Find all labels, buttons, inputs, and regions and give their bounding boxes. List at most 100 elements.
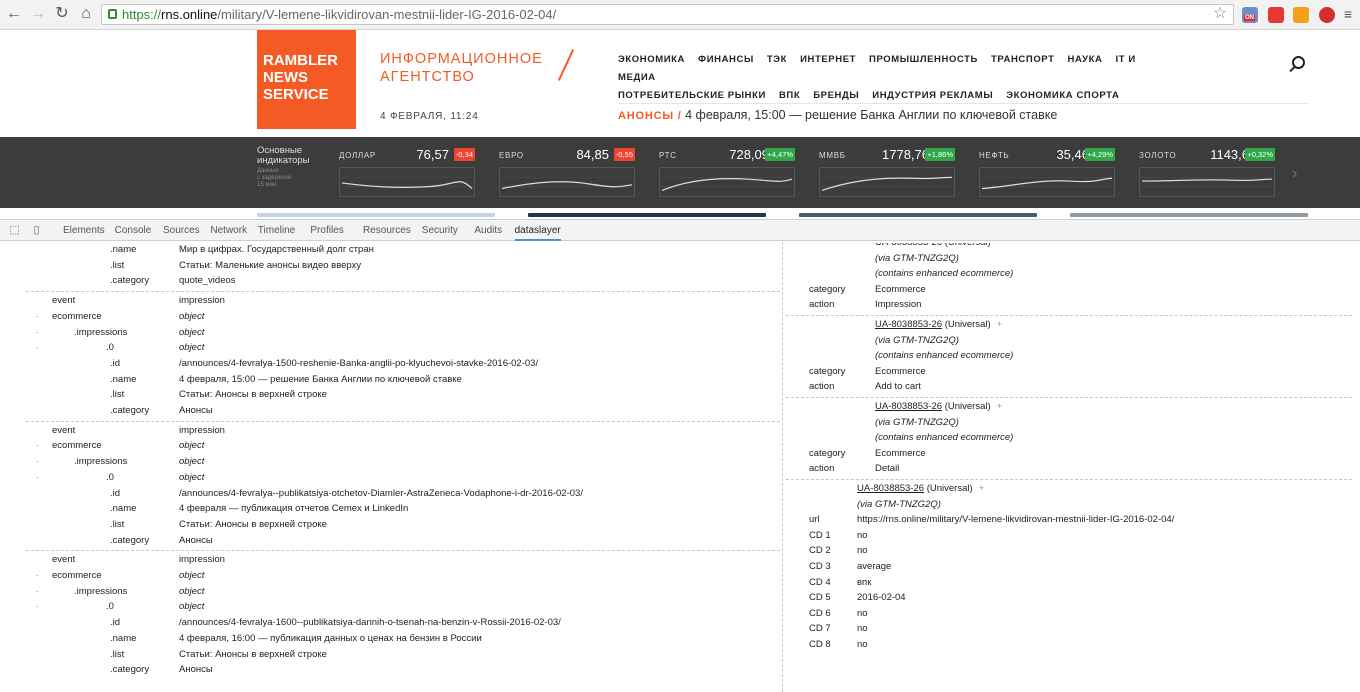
tag-account-link[interactable]: UA-8038853-26 bbox=[875, 401, 942, 412]
tag-value[interactable]: UA-8038853-26 (Universal) + bbox=[875, 399, 1002, 414]
tag-value: https://rns.online/military/V-lemene-lik… bbox=[857, 512, 1174, 527]
devtools-tab-security[interactable]: Security bbox=[422, 225, 458, 236]
indicator-2[interactable]: РТС 728,09 +4,47% bbox=[659, 145, 795, 201]
tag-text: (via GTM-TNZG2Q) bbox=[875, 334, 959, 346]
menu-item[interactable]: ПРОМЫШЛЕННОСТЬ bbox=[869, 54, 978, 65]
devtools-tab-elements[interactable]: Elements bbox=[63, 225, 105, 236]
tag-key: CD 1 bbox=[809, 529, 831, 541]
tag-key: CD 3 bbox=[809, 561, 831, 572]
menu-item[interactable]: ТРАНСПОРТ bbox=[991, 54, 1055, 65]
menu-icon[interactable]: ≡ bbox=[1338, 4, 1358, 24]
devtools-tab-audits[interactable]: Audits bbox=[474, 225, 502, 236]
indicator-4[interactable]: НЕФТЬ 35,46 +4,29% bbox=[979, 145, 1115, 201]
tag-value: no bbox=[857, 637, 868, 652]
menu-item[interactable]: ИНТЕРНЕТ bbox=[800, 54, 856, 65]
current-date: 4 ФЕВРАЛЯ, 11:24 bbox=[380, 111, 479, 122]
inspect-element-icon[interactable]: ⬚ bbox=[8, 224, 21, 237]
search-icon[interactable] bbox=[1292, 56, 1305, 69]
devtools-tab-network[interactable]: Network bbox=[210, 225, 247, 236]
home-icon[interactable]: ⌂ bbox=[76, 4, 96, 24]
extension-gear-icon[interactable] bbox=[1319, 7, 1335, 23]
url-path: /military/V-lemene-likvidirovan-mestnii-… bbox=[217, 7, 557, 22]
section-separator bbox=[786, 315, 1352, 316]
device-mode-icon[interactable]: ▯ bbox=[30, 224, 43, 237]
indicator-3[interactable]: ММВБ 1778,76 +1,86% bbox=[819, 145, 955, 201]
indicator-value: 35,46 bbox=[1056, 147, 1089, 162]
expand-plus-icon[interactable]: + bbox=[997, 319, 1003, 330]
menu-item[interactable]: ПОТРЕБИТЕЛЬСКИЕ РЫНКИ bbox=[618, 90, 766, 101]
tag-value: впк bbox=[857, 575, 871, 590]
thumbnail[interactable] bbox=[257, 213, 495, 217]
announce-label: АНОНСЫ / bbox=[618, 110, 682, 122]
agency-line-1: ИНФОРМАЦИОННОЕ bbox=[380, 51, 543, 67]
menu-item[interactable]: ТЭК bbox=[767, 54, 787, 65]
tag-text: (via GTM-TNZG2Q) bbox=[857, 498, 941, 510]
indicator-5[interactable]: ЗОЛОТО 1143,6 +0,32% bbox=[1139, 145, 1275, 201]
extension-chart-icon[interactable] bbox=[1293, 7, 1309, 23]
tag-key: category bbox=[809, 447, 846, 459]
tag-key: CD 4 bbox=[809, 576, 831, 588]
indicator-0[interactable]: ДОЛЛАР 76,57 -0,34 bbox=[339, 145, 475, 201]
tag-value[interactable]: UA-8038853-26 (Universal) + bbox=[857, 481, 984, 496]
agency-tagline: ИНФОРМАЦИОННОЕ АГЕНТСТВО bbox=[380, 50, 543, 86]
indicator-sparkline bbox=[659, 167, 795, 197]
indicator-sparkline bbox=[979, 167, 1115, 197]
indicator-sparkline bbox=[819, 167, 955, 197]
tag-value: (via GTM-TNZG2Q) bbox=[857, 497, 941, 512]
devtools-tabbar: ⬚ ▯ Elements Console Sources Network Timelin… bbox=[0, 219, 1360, 241]
extension-ga-debugger-icon[interactable]: ON bbox=[1242, 7, 1258, 23]
indicator-change: +0,32% bbox=[1245, 148, 1275, 161]
indicator-value: 1778,76 bbox=[882, 147, 929, 162]
menu-item[interactable]: ВПК bbox=[779, 90, 800, 101]
announce-line[interactable]: АНОНСЫ / 4 февраля, 15:00 — решение Банк… bbox=[618, 108, 1057, 122]
chevron-right-icon[interactable]: › bbox=[1292, 165, 1297, 183]
tag-row: UA-8038853-26 (Universal) + bbox=[0, 317, 1360, 332]
tag-text: (contains enhanced ecommerce) bbox=[875, 268, 1014, 280]
tag-text: no bbox=[857, 623, 868, 635]
ticker-note-line-1: Данные bbox=[257, 168, 279, 174]
tag-text: 2016-02-04 bbox=[857, 592, 906, 604]
expand-plus-icon[interactable]: + bbox=[997, 401, 1003, 412]
tag-account-link[interactable]: UA-8038853-26 bbox=[875, 319, 942, 330]
tag-row: CD 4 впк bbox=[0, 575, 1360, 590]
devtools-tab-dataslayer[interactable]: dataslayer bbox=[514, 225, 561, 241]
reload-icon[interactable]: ↻ bbox=[52, 4, 72, 24]
menu-item[interactable]: БРЕНДЫ bbox=[813, 90, 859, 101]
indicator-1[interactable]: ЕВРО 84,85 -0,55 bbox=[499, 145, 635, 201]
devtools-tab-sources[interactable]: Sources bbox=[163, 225, 200, 236]
section-separator bbox=[786, 397, 1352, 398]
extension-red-icon[interactable] bbox=[1268, 7, 1284, 23]
thumbnail[interactable] bbox=[1070, 213, 1308, 217]
site-header: RAMBLER NEWS SERVICE ИНФОРМАЦИОННОЕ АГЕН… bbox=[0, 30, 1360, 217]
devtools-tab-timeline[interactable]: Timeline bbox=[258, 225, 295, 236]
indicator-change: +4,29% bbox=[1085, 148, 1115, 161]
tag-key: CD 5 bbox=[809, 592, 831, 604]
indicator-sparkline bbox=[1139, 167, 1275, 197]
menu-item[interactable]: ЭКОНОМИКА bbox=[618, 54, 685, 65]
menu-item[interactable]: ФИНАНСЫ bbox=[698, 54, 754, 65]
tag-value: Ecommerce bbox=[875, 364, 926, 379]
back-icon[interactable]: ← bbox=[4, 4, 24, 24]
bookmark-star-icon[interactable]: ☆ bbox=[1213, 4, 1227, 24]
indicator-name: ДОЛЛАР bbox=[339, 151, 376, 160]
devtools-tab-console[interactable]: Console bbox=[115, 225, 152, 236]
menu-item[interactable]: ЭКОНОМИКА СПОРТА bbox=[1006, 90, 1119, 101]
expand-plus-icon[interactable]: + bbox=[979, 483, 985, 494]
tag-row: CD 5 2016-02-04 bbox=[0, 590, 1360, 605]
thumbnail[interactable] bbox=[799, 213, 1037, 217]
tag-row: (contains enhanced ecommerce) bbox=[0, 348, 1360, 363]
devtools-tab-resources[interactable]: Resources bbox=[363, 225, 411, 236]
devtools-tab-profiles[interactable]: Profiles bbox=[310, 225, 343, 236]
address-bar[interactable]: https://rns.online/military/V-lemene-lik… bbox=[101, 4, 1234, 25]
tag-row: UA-8038853-26 (Universal) + bbox=[0, 399, 1360, 414]
menu-item[interactable]: НАУКА bbox=[1068, 54, 1103, 65]
site-logo[interactable]: RAMBLER NEWS SERVICE bbox=[257, 30, 356, 129]
thumbnail[interactable] bbox=[528, 213, 766, 217]
ticker-delay-note: Данные с задержкой 15 мин. bbox=[257, 168, 291, 189]
tag-value[interactable]: UA-8038853-26 (Universal) + bbox=[875, 317, 1002, 332]
menu-item[interactable]: ИНДУСТРИЯ РЕКЛАМЫ bbox=[872, 90, 993, 101]
forward-icon[interactable]: → bbox=[28, 4, 48, 24]
tag-text: average bbox=[857, 561, 892, 572]
tag-value: 2016-02-04 bbox=[857, 590, 906, 605]
tag-account-link[interactable]: UA-8038853-26 bbox=[857, 483, 924, 494]
